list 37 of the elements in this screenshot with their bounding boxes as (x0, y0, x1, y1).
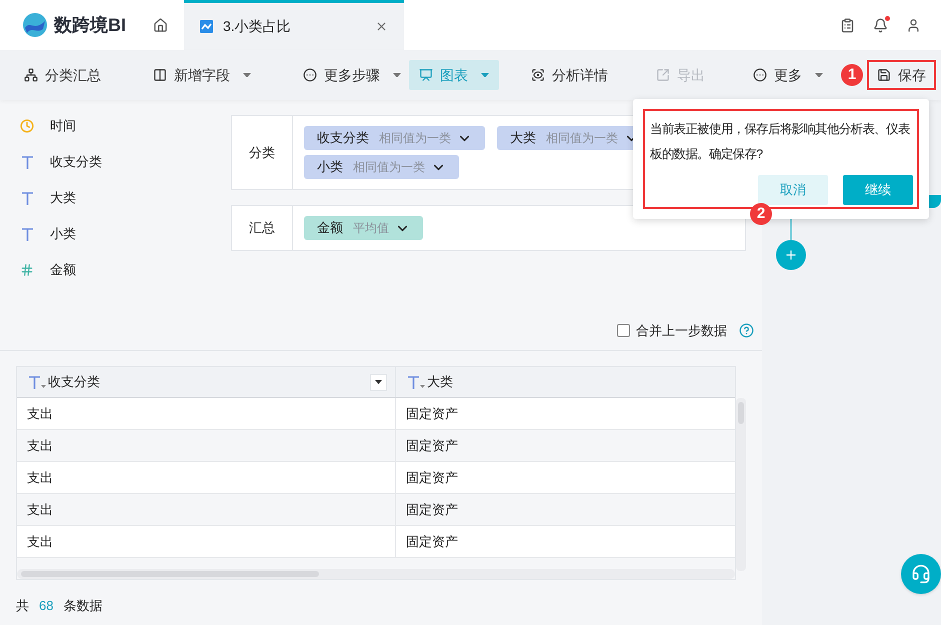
column-header[interactable]: 收支分类 (17, 367, 396, 397)
table-cell: 支出 (17, 526, 396, 557)
field-name[interactable]: 时间 (50, 116, 76, 136)
app-name: 数跨境BI (54, 14, 126, 36)
checkbox-label: 合并上一步数据 (636, 322, 727, 340)
table-cell-text: 固定资产 (405, 500, 459, 519)
table-cell-text: 固定资产 (405, 436, 459, 455)
field-name[interactable]: 小类 (50, 224, 76, 244)
table-cell: 支出 (17, 494, 396, 525)
table-cell: 支出 (17, 430, 396, 461)
field-chip[interactable]: 收支分类 相同值为一类 (304, 126, 485, 150)
toolbar-button[interactable]: 分类汇总 (16, 60, 109, 90)
table-cell: 支出 (17, 398, 396, 429)
footer-text: 共 (16, 597, 29, 615)
field-name[interactable]: 金额 (50, 260, 76, 280)
footer-text: 条数据 (63, 597, 102, 615)
field-name[interactable]: 大类 (50, 188, 76, 208)
callout-badge: 1 (841, 64, 863, 86)
popover-message: 当前表正被使用，保存后将影响其他分析表、仪表板的数据。确定保存? (649, 121, 911, 163)
row-count: 68 (39, 597, 54, 615)
field-chip[interactable]: 金额 平均值 (304, 216, 423, 240)
table-cell-text: 固定资产 (405, 532, 459, 551)
column-header[interactable]: 大类 (396, 367, 735, 397)
table-cell-text: 固定资产 (405, 468, 459, 487)
field-name[interactable]: 收支分类 (50, 152, 102, 172)
toolbar-button[interactable]: 新增字段 (145, 60, 259, 90)
tab[interactable]: 3.小类占比 (184, 0, 404, 50)
group-label: 分类 (249, 144, 275, 162)
toolbar-button[interactable]: 保存 (867, 60, 936, 90)
tab-label: 3.小类占比 (223, 17, 292, 36)
table-cell: 支出 (17, 462, 396, 493)
toolbar-button[interactable]: 更多步骤 (295, 60, 409, 90)
toolbar-button[interactable]: 分析详情 (523, 60, 616, 90)
toolbar-button[interactable]: 更多 (745, 60, 831, 90)
group-label: 汇总 (249, 219, 275, 238)
field-chip[interactable]: 小类 相同值为一类 (304, 155, 459, 179)
table-cell-text: 固定资产 (405, 404, 459, 423)
